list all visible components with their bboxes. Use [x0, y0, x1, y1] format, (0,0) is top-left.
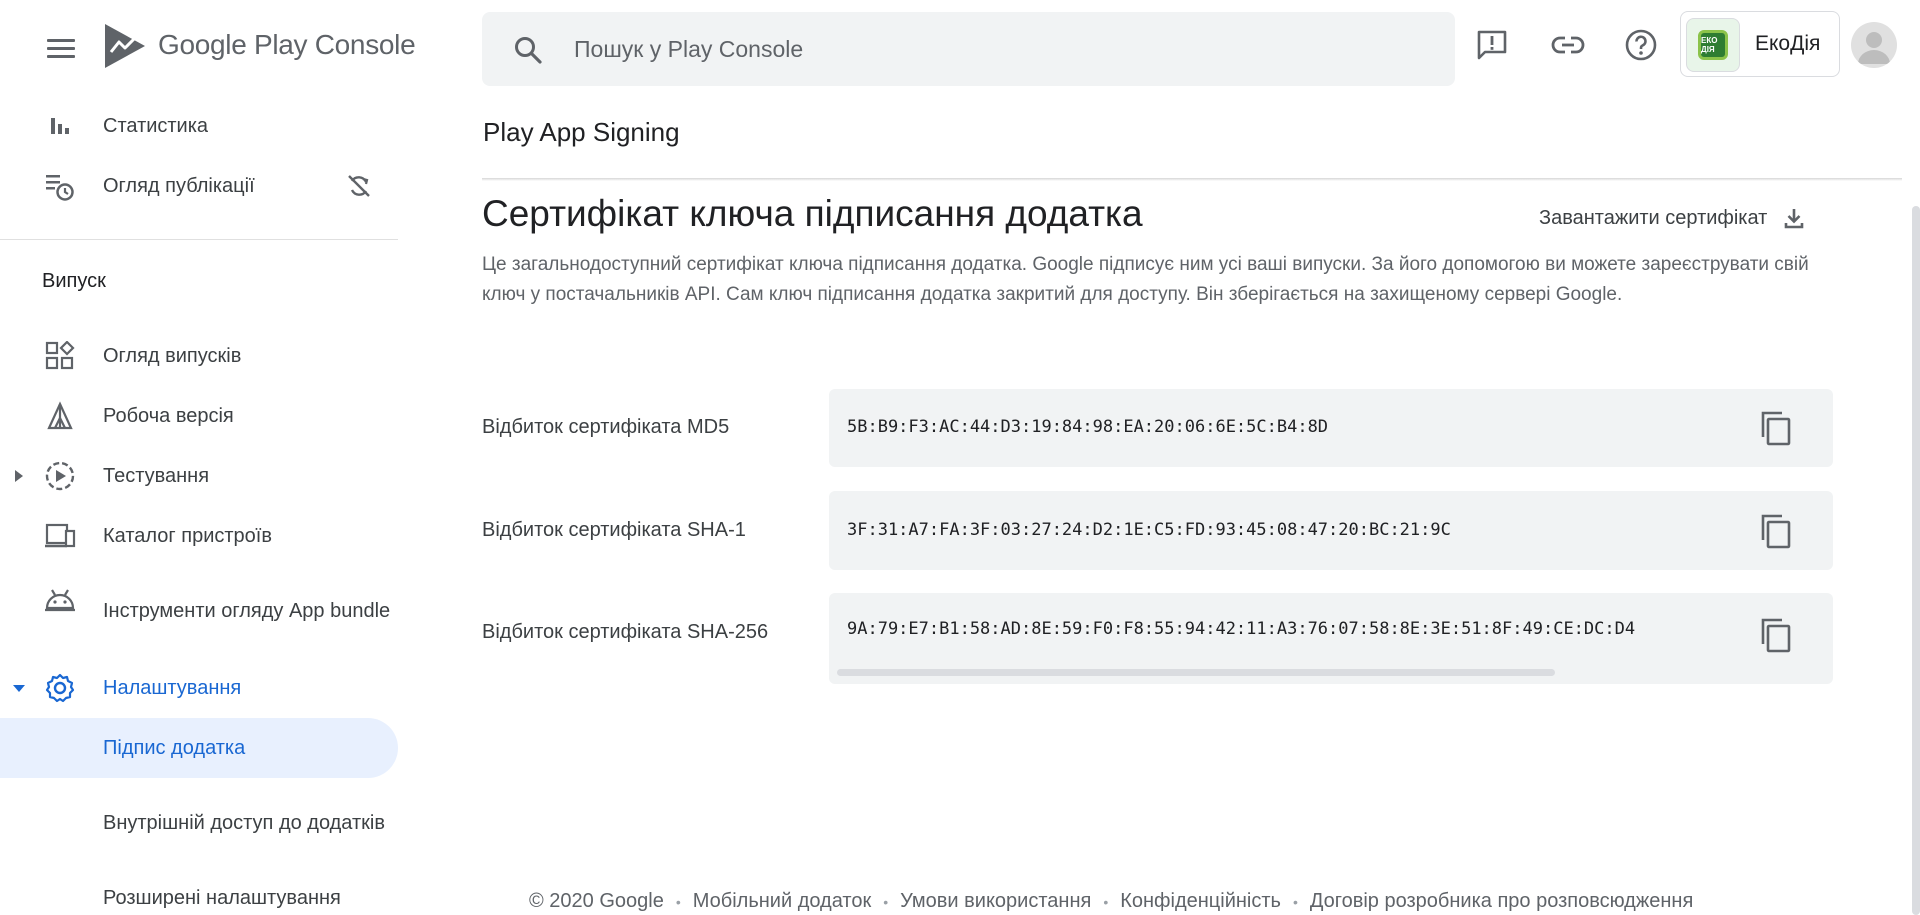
app-switcher[interactable]: ЕКО ДІЯ ЕкоДія: [1680, 11, 1840, 77]
footer-separator: •: [675, 893, 681, 910]
sidebar-item-label: Каталог пристроїв: [103, 525, 272, 547]
sidebar-item-settings[interactable]: Налаштування: [0, 660, 398, 716]
help-icon[interactable]: [1621, 25, 1661, 65]
sidebar-item-testing[interactable]: Тестування: [0, 448, 398, 504]
avatar[interactable]: [1851, 22, 1897, 68]
sidebar-item-device-catalog[interactable]: Каталог пристроїв: [0, 508, 398, 564]
link-icon[interactable]: [1548, 25, 1588, 65]
brand-name: Google Play: [158, 29, 308, 60]
sidebar-item-app-signing[interactable]: Підпис додатка: [0, 718, 398, 778]
sync-disabled-icon[interactable]: [345, 172, 373, 200]
copy-icon[interactable]: [1759, 513, 1793, 549]
horizontal-scrollbar[interactable]: [837, 669, 1555, 676]
fingerprint-value-sha256[interactable]: 9A:79:E7:B1:58:AD:8E:59:F0:F8:55:94:42:1…: [847, 619, 1754, 639]
sidebar-item-label: Інструменти огляду App bundle: [103, 600, 391, 622]
footer-separator: •: [883, 893, 889, 910]
devices-icon: [44, 520, 76, 552]
sidebar-item-label: Огляд публікації: [103, 175, 255, 197]
page-title: Play App Signing: [483, 117, 680, 147]
footer: © 2020 Google • Мобільний додаток • Умов…: [529, 890, 1693, 913]
sidebar-item-advanced-settings[interactable]: Розширені налаштування: [0, 870, 398, 915]
production-icon: [44, 400, 76, 432]
fingerprint-label-sha1: Відбиток сертифіката SHA-1: [482, 519, 746, 541]
footer-link-mobile-app[interactable]: Мобільний додаток: [693, 890, 871, 913]
sidebar-item-release-overview[interactable]: Огляд випусків: [0, 328, 398, 384]
footer-link-privacy[interactable]: Конфіденційність: [1120, 890, 1281, 913]
header-divider: [482, 178, 1902, 181]
sidebar-item-label: Тестування: [103, 465, 210, 487]
fingerprint-label-md5: Відбиток сертифіката MD5: [482, 416, 730, 438]
feedback-icon[interactable]: [1472, 25, 1512, 65]
sidebar-item-publishing-overview[interactable]: Огляд публікації: [0, 158, 398, 214]
footer-copyright: © 2020 Google: [529, 890, 664, 912]
footer-link-terms[interactable]: Умови використання: [900, 890, 1091, 913]
sidebar-item-label: Огляд випусків: [103, 345, 242, 367]
search-input[interactable]: [574, 12, 1434, 86]
fingerprint-field-sha1[interactable]: 3F:31:A7:FA:3F:03:27:24:D2:1E:C5:FD:93:4…: [829, 491, 1833, 570]
play-console-logo[interactable]: [103, 22, 147, 70]
sidebar-item-statistics[interactable]: Статистика: [0, 98, 398, 154]
copy-icon[interactable]: [1759, 410, 1793, 446]
bar-chart-icon: [44, 110, 76, 142]
footer-link-developer-agreement[interactable]: Договір розробника про розповсюдження: [1310, 890, 1693, 913]
collapse-arrow-icon[interactable]: [12, 681, 26, 695]
gear-icon: [44, 672, 76, 704]
download-certificate-button[interactable]: Завантажити сертифікат: [1539, 205, 1807, 231]
download-icon: [1785, 209, 1804, 229]
sidebar-item-label: Внутрішній доступ до додатків: [103, 812, 385, 834]
sidebar-item-label: Налаштування: [103, 677, 242, 699]
brand-suffix: Console: [314, 29, 416, 60]
fingerprint-field-sha256[interactable]: 9A:79:E7:B1:58:AD:8E:59:F0:F8:55:94:42:1…: [829, 593, 1833, 684]
menu-icon[interactable]: [40, 30, 80, 66]
sidebar-item-app-bundle-explorer[interactable]: Інструменти огляду App bundle: [0, 568, 398, 654]
search-icon[interactable]: [512, 34, 544, 66]
app-icon: ЕКО ДІЯ: [1686, 18, 1740, 72]
sidebar-item-internal-app-sharing[interactable]: Внутрішній доступ до додатків: [0, 780, 398, 866]
publishing-overview-icon: [44, 170, 76, 202]
copy-icon[interactable]: [1759, 617, 1793, 653]
footer-separator: •: [1103, 893, 1109, 910]
sidebar: Google Play Console Статистика Огляд пуб…: [0, 0, 416, 915]
certificate-description: Це загальнодоступний сертифікат ключа пі…: [482, 254, 1809, 305]
sidebar-divider: [0, 239, 398, 240]
sidebar-section-title: Випуск: [42, 270, 106, 292]
download-certificate-label: Завантажити сертифікат: [1539, 206, 1768, 229]
fingerprint-field-md5[interactable]: 5B:B9:F3:AC:44:D3:19:84:98:EA:20:06:6E:5…: [829, 389, 1833, 467]
sidebar-item-label: Розширені налаштування: [103, 887, 341, 909]
card-title: Сертифікат ключа підписання додатка: [482, 193, 1143, 234]
sidebar-item-label: Статистика: [103, 115, 209, 137]
sidebar-item-label: Підпис додатка: [103, 737, 246, 759]
footer-separator: •: [1292, 893, 1298, 910]
fingerprint-label-sha256: Відбиток сертифіката SHA-256: [482, 621, 769, 643]
app-name: ЕкоДія: [1755, 32, 1821, 55]
fingerprint-value-md5[interactable]: 5B:B9:F3:AC:44:D3:19:84:98:EA:20:06:6E:5…: [847, 417, 1727, 437]
dashboard-icon: [44, 340, 76, 372]
expand-arrow-icon[interactable]: [12, 469, 26, 483]
fingerprint-value-sha1[interactable]: 3F:31:A7:FA:3F:03:27:24:D2:1E:C5:FD:93:4…: [847, 520, 1727, 540]
sidebar-item-label: Робоча версія: [103, 405, 234, 427]
android-icon: [44, 582, 76, 614]
vertical-scrollbar[interactable]: [1912, 206, 1920, 915]
product-name: Google Play Console: [158, 29, 416, 61]
sidebar-item-production[interactable]: Робоча версія: [0, 388, 398, 444]
app-logo: ЕКО ДІЯ: [1698, 30, 1728, 60]
search-bar[interactable]: [482, 12, 1455, 86]
logo-row: Google Play Console: [0, 0, 416, 95]
testing-icon: [44, 460, 76, 492]
